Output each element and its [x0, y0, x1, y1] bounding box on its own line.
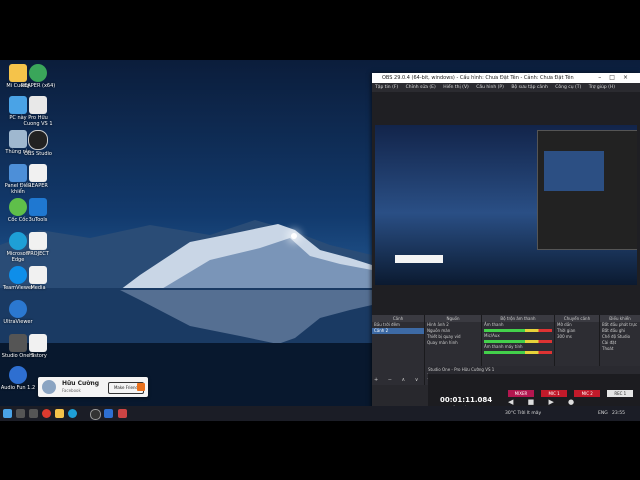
- app-taskbar-icon[interactable]: [118, 409, 127, 418]
- facebook-icon: [137, 383, 145, 391]
- moon-glow: [291, 233, 297, 239]
- notification-name: Hữu Cường: [62, 380, 100, 387]
- recording-title: Studio One - Pro Hữu Cường VS 1: [428, 366, 640, 374]
- avatar: [42, 380, 56, 394]
- scenes-header: Cảnh: [372, 315, 424, 322]
- obs-title-bar[interactable]: OBS 29.0.4 (64-bit, windows) - Cấu hình:…: [372, 73, 640, 83]
- window-controls[interactable]: –□×: [598, 73, 636, 83]
- weather[interactable]: 30°C Trời lt mây: [505, 406, 541, 421]
- obs-taskbar-icon[interactable]: [90, 409, 101, 420]
- desktop-icon-audio-fun[interactable]: Audio Fun 1.2: [0, 366, 36, 391]
- mixer-channel: Âm thanh: [484, 322, 504, 327]
- desktop-icon-reaper-x64[interactable]: REAPER (x64): [20, 64, 56, 89]
- obs-icon: [28, 130, 48, 150]
- start-icon[interactable]: [3, 409, 12, 418]
- desktop-icon-3utools[interactable]: 3uTools: [20, 198, 56, 223]
- notification-subtitle: Facebook: [62, 388, 81, 393]
- mixer-header: Bộ trộn âm thanh: [482, 315, 554, 322]
- menu-help[interactable]: Trợ giúp (H): [589, 85, 615, 90]
- file-icon: [29, 334, 47, 352]
- volume-meter[interactable]: [484, 329, 552, 332]
- desktop-icon-reaper[interactable]: REAPER: [20, 164, 56, 189]
- mixer-channel: Âm thanh máy tính: [484, 344, 523, 349]
- desktop-icon-history[interactable]: History: [20, 334, 56, 359]
- letterbox-bottom: [0, 421, 640, 480]
- transport-controls[interactable]: ◀ ■ ▶ ●: [508, 398, 580, 406]
- file-icon: [29, 96, 47, 114]
- controls-header: Điều khiển: [600, 315, 640, 322]
- task-view-icon[interactable]: [29, 409, 38, 418]
- track-button[interactable]: MIC 1: [541, 390, 568, 397]
- menu-tools[interactable]: Công cụ (T): [555, 85, 581, 90]
- obs-preview[interactable]: [375, 125, 637, 285]
- desktop-icon-obs[interactable]: OBS Studio: [20, 130, 56, 157]
- menu-file[interactable]: Tập tin (F): [375, 85, 398, 90]
- language-indicator[interactable]: ENG: [598, 406, 608, 421]
- scene-tools[interactable]: + − ∧ ∨: [374, 377, 422, 383]
- chrome-icon[interactable]: [42, 409, 51, 418]
- nested-obs-preview: [537, 130, 637, 250]
- track-button[interactable]: REC 1: [607, 390, 634, 397]
- obs-menu-bar: Tập tin (F) Chỉnh sửa (E) Hiển thị (V) C…: [372, 83, 640, 92]
- 3utools-icon: [29, 198, 47, 216]
- scenes-dock: Cảnh Bầu trời đêm Cảnh 2 + − ∧ ∨: [372, 315, 425, 385]
- transition-duration[interactable]: 300 ms: [555, 334, 599, 340]
- ultraviewer-icon: [9, 300, 27, 318]
- menu-edit[interactable]: Chỉnh sửa (E): [406, 85, 436, 90]
- source-item[interactable]: Quay màn hình: [425, 340, 481, 346]
- exit-button[interactable]: Thoát: [600, 346, 640, 352]
- clock[interactable]: 23:55: [612, 406, 625, 421]
- search-icon[interactable]: [16, 409, 25, 418]
- preview-notification: [395, 255, 443, 263]
- track-button[interactable]: MIXER: [508, 390, 534, 397]
- app-taskbar-icon[interactable]: [104, 409, 113, 418]
- friend-notification[interactable]: Hữu Cường Facebook Make Friend: [38, 377, 148, 397]
- sources-header: Nguồn: [425, 315, 481, 322]
- file-icon: [29, 232, 47, 250]
- file-icon: [29, 266, 47, 284]
- transitions-header: Chuyển cảnh: [555, 315, 599, 322]
- desktop-icon-project[interactable]: Pro Hữu Cuong VS 1: [20, 96, 56, 127]
- desktop-icon-media[interactable]: Media: [20, 266, 56, 291]
- obs-title: OBS 29.0.4 (64-bit, windows) - Cấu hình:…: [382, 75, 574, 81]
- mixer-channel: Mic/Aux: [484, 333, 500, 338]
- track-button[interactable]: MIC 2: [574, 390, 601, 397]
- volume-meter[interactable]: [484, 351, 552, 354]
- explorer-icon[interactable]: [55, 409, 64, 418]
- menu-scene-collection[interactable]: Bộ sưu tập cảnh: [511, 85, 548, 90]
- desktop-icon-ultraviewer[interactable]: UltraViewer: [0, 300, 36, 325]
- edge-icon[interactable]: [68, 409, 77, 418]
- file-icon: [29, 164, 47, 182]
- reaper-icon: [29, 64, 47, 82]
- desktop-icon-project-file[interactable]: PROJECT: [20, 232, 56, 257]
- taskbar: 30°C Trời lt mây ENG 23:55: [0, 406, 640, 421]
- volume-meter[interactable]: [484, 340, 552, 343]
- audio-fun-icon: [9, 366, 27, 384]
- scene-item[interactable]: Cảnh 2: [372, 328, 424, 334]
- menu-view[interactable]: Hiển thị (V): [443, 85, 469, 90]
- menu-profile[interactable]: Cấu hình (P): [476, 85, 504, 90]
- nested-preview-image: [544, 151, 604, 191]
- letterbox-top: [0, 0, 640, 60]
- recording-timer: 00:01:11.084: [440, 396, 493, 404]
